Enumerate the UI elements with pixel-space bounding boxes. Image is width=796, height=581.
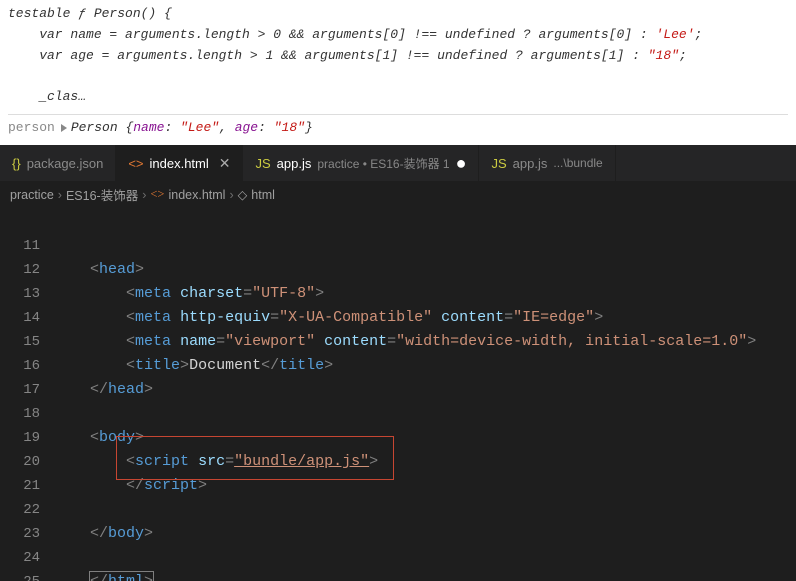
- js-icon: JS: [491, 156, 506, 171]
- line-number-gutter: 11 12 13 14 15 16 17 18 19 20 21 22 23 2…: [0, 208, 54, 581]
- tab-sublabel: practice • ES16-装饰器 1: [317, 155, 449, 172]
- js-icon: JS: [255, 156, 270, 171]
- tab-label: app.js: [513, 156, 548, 171]
- tab-app-js-1[interactable]: JS app.js practice • ES16-装饰器 1 ●: [243, 145, 479, 181]
- breadcrumb-item[interactable]: ES16-装饰器: [66, 185, 138, 204]
- object-label: person: [8, 118, 55, 139]
- chevron-right-icon: ›: [58, 188, 62, 202]
- chevron-right-icon: ›: [229, 188, 233, 202]
- console-pane: testable ƒ Person() { var name = argumen…: [0, 0, 796, 145]
- tab-label: package.json: [27, 156, 104, 171]
- json-icon: {}: [12, 156, 21, 171]
- console-line: var name = arguments.length > 0 && argum…: [8, 25, 788, 46]
- tab-package-json[interactable]: {} package.json: [0, 145, 116, 181]
- expand-icon[interactable]: [61, 124, 67, 132]
- code-content[interactable]: <head> <meta charset="UTF-8"> <meta http…: [54, 208, 796, 581]
- console-line: [8, 66, 788, 87]
- breadcrumb-item[interactable]: practice: [10, 188, 54, 202]
- tab-index-html[interactable]: <> index.html ✕: [116, 145, 243, 181]
- tab-label: app.js: [277, 156, 312, 171]
- html-icon: <>: [150, 187, 164, 202]
- code-editor[interactable]: 11 12 13 14 15 16 17 18 19 20 21 22 23 2…: [0, 208, 796, 581]
- console-line: var age = arguments.length > 1 && argume…: [8, 46, 788, 67]
- close-icon[interactable]: ✕: [219, 155, 231, 172]
- console-line: _clas…: [8, 87, 788, 108]
- breadcrumb[interactable]: practice › ES16-装饰器 › <> index.html › ◇ …: [0, 181, 796, 208]
- console-object-row[interactable]: person Person {name: "Lee", age: "18"}: [8, 114, 788, 139]
- breadcrumb-item[interactable]: index.html: [168, 188, 225, 202]
- tab-label: index.html: [150, 156, 209, 171]
- tab-sublabel: ...\bundle: [553, 156, 602, 170]
- symbol-icon: ◇: [238, 187, 248, 203]
- html-icon: <>: [128, 156, 143, 171]
- chevron-right-icon: ›: [142, 188, 146, 202]
- object-value: Person {name: "Lee", age: "18"}: [71, 118, 313, 139]
- console-line: testable ƒ Person() {: [8, 4, 788, 25]
- breadcrumb-item[interactable]: html: [251, 188, 275, 202]
- tab-app-js-2[interactable]: JS app.js ...\bundle: [479, 145, 615, 181]
- tabs-bar: {} package.json <> index.html ✕ JS app.j…: [0, 145, 796, 181]
